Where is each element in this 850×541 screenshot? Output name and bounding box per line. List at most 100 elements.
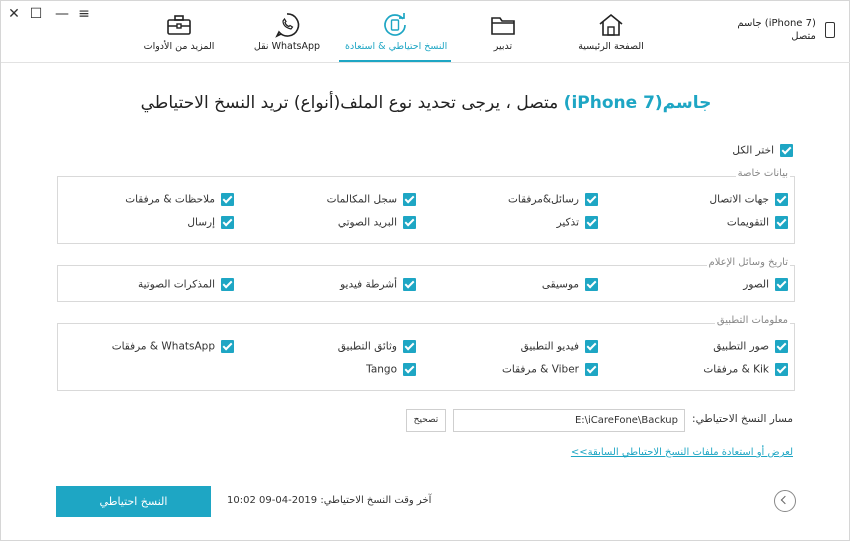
nav-manage-label: تدبير: [493, 41, 513, 52]
checkbox-checked-icon: [775, 216, 788, 229]
checkbox-checked-icon: [585, 193, 598, 206]
checkbox-checked-icon: [221, 216, 234, 229]
phone-icon: [825, 22, 835, 38]
nav-more-tools-label: المزيد من الأدوات: [143, 41, 215, 52]
last-backup-info: آخر وقت النسخ الاحتياطي: 2019-04-09 10:0…: [227, 495, 431, 506]
item-label: موسيقى: [541, 278, 579, 291]
device-info[interactable]: جاسم (iPhone 7) متصل: [737, 17, 835, 43]
back-arrow-icon[interactable]: [774, 490, 796, 512]
item-label: فيديو التطبيق: [520, 340, 579, 353]
item-label: وثائق التطبيق: [337, 340, 397, 353]
checkbox-checked-icon: [221, 340, 234, 353]
browse-button[interactable]: تصحيح: [406, 409, 446, 432]
select-all-checkbox[interactable]: اختر الكل: [732, 144, 793, 157]
nav-backup-restore[interactable]: النسخ احتياطي & استعادة: [339, 11, 451, 63]
last-backup-time: 2019-04-09 10:02: [227, 495, 318, 506]
checkbox-checked-icon: [775, 193, 788, 206]
backup-path-label: مسار النسخ الاحتياطي:: [692, 413, 793, 425]
checkbox-checked-icon: [221, 278, 234, 291]
checkbox-checked-icon: [403, 363, 416, 376]
group-private-data: بيانات خاصة جهات الاتصال رسائل&مرفقات سج…: [57, 168, 795, 244]
item-label: Viber & مرفقات: [501, 363, 579, 376]
whatsapp-icon: [275, 13, 300, 38]
item-label: صور التطبيق: [713, 340, 769, 353]
checkbox-call-history[interactable]: سجل المكالمات: [327, 193, 416, 206]
item-label: WhatsApp & مرفقات: [111, 340, 215, 353]
checkbox-notes[interactable]: ملاحظات & مرفقات: [125, 193, 234, 206]
checkbox-checked-icon: [775, 340, 788, 353]
item-label: التقويمات: [726, 216, 769, 229]
group-media: تاريخ وسائل الإعلام الصور موسيقى أشرطة ف…: [57, 257, 795, 302]
checkbox-kik[interactable]: Kik & مرفقات: [703, 363, 788, 376]
nav-home-label: الصفحة الرئيسية: [578, 41, 644, 52]
checkbox-tango[interactable]: Tango: [366, 363, 416, 376]
item-label: البريد الصوتي: [337, 216, 397, 229]
checkbox-messages[interactable]: رسائل&مرفقات: [508, 193, 598, 206]
checkbox-contacts[interactable]: جهات الاتصال: [709, 193, 788, 206]
backup-path-input[interactable]: [453, 409, 685, 432]
checkbox-app-photos[interactable]: صور التطبيق: [713, 340, 788, 353]
nav-home[interactable]: الصفحة الرئيسية: [561, 11, 661, 63]
group-app-data: معلومات التطبيق صور التطبيق فيديو التطبي…: [57, 315, 795, 391]
backup-button[interactable]: النسخ احتياطي: [56, 486, 211, 517]
group-title: تاريخ وسائل الإعلام: [706, 257, 790, 268]
device-status: متصل: [791, 31, 816, 42]
checkbox-checked-icon: [403, 278, 416, 291]
item-label: تذكير: [556, 216, 579, 229]
app-window: ✕ ☐ — ≡ المزيد من الأدوات نقل WhatsApp ا…: [0, 0, 850, 541]
item-label: سجل المكالمات: [326, 193, 397, 206]
checkbox-voice-memos[interactable]: المذكرات الصوتية: [138, 278, 234, 291]
checkbox-checked-icon: [403, 193, 416, 206]
checkbox-whatsapp[interactable]: WhatsApp & مرفقات: [112, 340, 234, 353]
headline-text: متصل ، يرجى تحديد نوع الملف(أنواع) تريد …: [140, 93, 564, 113]
checkbox-checked-icon: [775, 363, 788, 376]
checkbox-checked-icon: [403, 340, 416, 353]
checkbox-checked-icon: [775, 278, 788, 291]
nav-manage[interactable]: تدبير: [453, 11, 553, 63]
group-title: معلومات التطبيق: [714, 315, 790, 326]
checkbox-checked-icon: [585, 278, 598, 291]
group-title: بيانات خاصة: [735, 168, 790, 179]
checkbox-reminders[interactable]: تذكير: [557, 216, 598, 229]
checkbox-checked-icon: [585, 340, 598, 353]
home-icon: [599, 13, 623, 36]
nav-backup-restore-label: النسخ احتياطي & استعادة: [345, 41, 448, 52]
checkbox-music[interactable]: موسيقى: [542, 278, 598, 291]
folder-icon: [491, 17, 515, 35]
toolbox-icon: [167, 15, 191, 35]
checkbox-checked-icon: [780, 144, 793, 157]
checkbox-checked-icon: [221, 193, 234, 206]
item-label: أشرطة فيديو: [340, 278, 397, 291]
checkbox-checked-icon: [403, 216, 416, 229]
checkbox-checked-icon: [585, 363, 598, 376]
item-label: جهات الاتصال: [709, 193, 769, 206]
device-text: جاسم (iPhone 7) متصل: [737, 17, 816, 43]
item-label: إرسال: [187, 216, 215, 229]
item-label: ملاحظات & مرفقات: [125, 193, 215, 206]
checkbox-calendars[interactable]: التقويمات: [727, 216, 788, 229]
nav-whatsapp-transfer-label: نقل WhatsApp: [253, 41, 321, 52]
backup-restore-icon: [384, 13, 406, 36]
page-title: جاسم(iPhone 7) متصل ، يرجى تحديد نوع الم…: [1, 93, 850, 113]
item-label: رسائل&مرفقات: [508, 193, 579, 206]
checkbox-checked-icon: [585, 216, 598, 229]
header-toolbar: المزيد من الأدوات نقل WhatsApp النسخ احت…: [1, 1, 850, 63]
item-label: المذكرات الصوتية: [138, 278, 215, 291]
item-label: الصور: [743, 278, 769, 291]
checkbox-viber[interactable]: Viber & مرفقات: [502, 363, 598, 376]
nav-more-tools[interactable]: المزيد من الأدوات: [129, 11, 229, 63]
checkbox-voicemail[interactable]: البريد الصوتي: [338, 216, 416, 229]
headline-device-name: جاسم(iPhone 7): [563, 93, 712, 113]
checkbox-photos[interactable]: الصور: [743, 278, 788, 291]
view-previous-backups-link[interactable]: لعرض أو استعادة ملفات النسخ الاحتياطي ال…: [571, 447, 793, 458]
item-label: Kik & مرفقات: [703, 363, 769, 376]
select-all-label: اختر الكل: [732, 144, 774, 157]
last-backup-label: آخر وقت النسخ الاحتياطي:: [320, 495, 432, 506]
checkbox-videos[interactable]: أشرطة فيديو: [340, 278, 416, 291]
nav-whatsapp-transfer[interactable]: نقل WhatsApp: [237, 11, 337, 63]
checkbox-app-videos[interactable]: فيديو التطبيق: [521, 340, 598, 353]
device-name: جاسم (iPhone 7): [737, 18, 816, 29]
item-label: Tango: [366, 363, 397, 376]
checkbox-sent[interactable]: إرسال: [187, 216, 234, 229]
checkbox-app-documents[interactable]: وثائق التطبيق: [338, 340, 416, 353]
